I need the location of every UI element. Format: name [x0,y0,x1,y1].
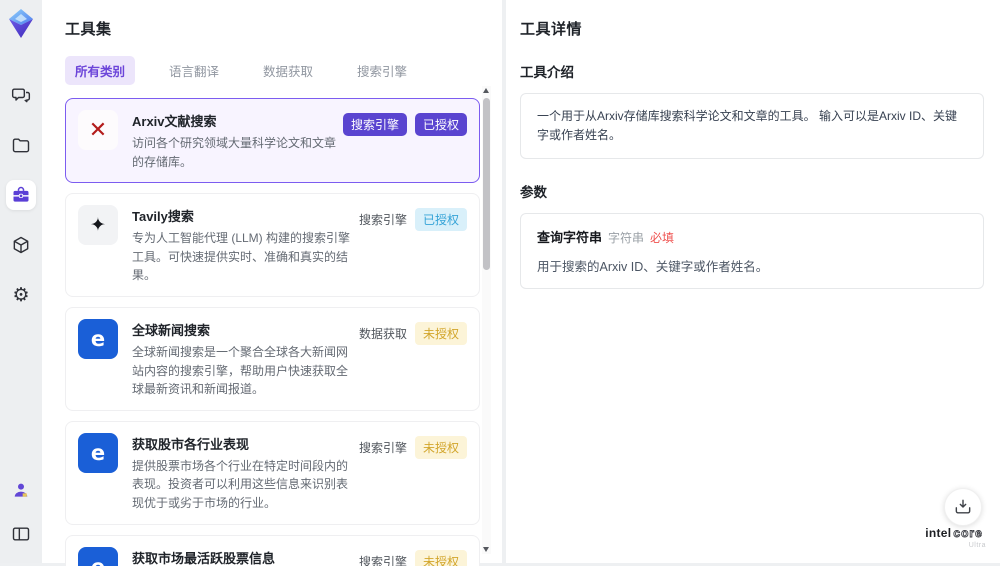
tool-list-pane: 工具集 所有类别 语言翻译 数据获取 搜索引擎 Arxiv文献搜索 访问各个研究… [42,0,502,566]
category-tabs: 所有类别 语言翻译 数据获取 搜索引擎 [65,56,502,85]
tool-name: Tavily搜索 [132,209,194,225]
tool-icon [78,110,118,150]
intel-wordmark: intel [925,526,952,540]
tool-icon [78,546,118,566]
intro-heading: 工具介绍 [520,65,574,80]
tool-card[interactable]: 获取股市各行业表现 提供股票市场各个行业在特定时间段内的表现。投资者可以利用这些… [65,420,480,525]
tool-list: Arxiv文献搜索 访问各个研究领域大量科学论文和文章的存储库。 搜索引擎 已授… [65,98,480,566]
category-badge: 搜索引擎 [342,113,407,136]
tool-description: 提供股票市场各个行业在特定时间段内的表现。投资者可以利用这些信息来识别表现优于或… [132,458,349,510]
category-tab[interactable]: 搜索引擎 [347,56,417,85]
param-box: 查询字符串 字符串 必填 用于搜索的Arxiv ID、关键字或作者姓名。 [520,213,984,290]
tool-name: 获取股市各行业表现 [132,436,250,452]
category-tab[interactable]: 语言翻译 [159,56,229,85]
tool-name: Arxiv文献搜索 [132,114,217,129]
category-badge: 搜索引擎 [358,440,407,455]
tool-main: 获取股市各行业表现 提供股票市场各个行业在特定时间段内的表现。投资者可以利用这些… [132,433,359,513]
tool-badges: 数据获取 未授权 [358,321,467,345]
tool-card[interactable]: 获取市场最活跃股票信息 提供当天交易量最高的股票列表。投资者可以利用这些信息来识… [65,534,480,566]
folder-icon[interactable] [6,130,36,160]
tool-detail-pane: 工具详情 工具介绍 一个用于从Arxiv存储库搜索科学论文和文章的工具。 输入可… [506,0,1000,563]
param-header: 查询字符串 字符串 必填 [537,227,967,247]
param-type: 字符串 [608,231,645,246]
user-icon[interactable] [6,475,36,505]
settings-icon[interactable]: ⚙ [6,280,36,310]
tool-badges: 搜索引擎 未授权 [358,435,467,459]
scroll-down-icon[interactable] [483,547,489,552]
download-button[interactable] [944,488,982,526]
app-logo-gem-icon [9,9,33,38]
category-badge: 搜索引擎 [358,213,407,228]
category-badge: 数据获取 [358,326,407,341]
download-icon [955,499,971,514]
rail-nav: ⚙ [6,80,36,310]
toolbox-icon[interactable] [6,180,36,210]
list-scrollbar[interactable] [482,86,491,554]
detail-title: 工具详情 [520,21,583,38]
cube-icon[interactable] [6,230,36,260]
tool-main: Arxiv文献搜索 访问各个研究领域大量科学论文和文章的存储库。 [132,110,343,171]
intro-box: 一个用于从Arxiv存储库搜索科学论文和文章的工具。 输入可以是Arxiv ID… [520,93,984,160]
tool-main: Tavily搜索 专为人工智能代理 (LLM) 构建的搜索引擎工具。可快速提供实… [132,205,359,285]
tool-main: 获取市场最活跃股票信息 提供当天交易量最高的股票列表。投资者可以利用这些信息来识… [132,547,359,566]
tool-name: 获取市场最活跃股票信息 [132,550,276,566]
params-heading: 参数 [520,185,547,201]
tool-description: 访问各个研究领域大量科学论文和文章的存储库。 [132,136,337,169]
param-required-badge: 必填 [650,231,675,246]
tool-main: 全球新闻搜索 全球新闻搜索是一个聚合全球各大新闻网站内容的搜索引擎，帮助用户快速… [132,319,359,399]
tool-icon [78,432,118,473]
scroll-up-icon[interactable] [483,88,489,93]
status-badge: 未授权 [414,435,467,459]
tool-card[interactable]: 全球新闻搜索 全球新闻搜索是一个聚合全球各大新闻网站内容的搜索引擎，帮助用户快速… [65,306,480,411]
category-tab[interactable]: 所有类别 [65,56,136,85]
tool-icon [78,318,118,359]
page-title: 工具集 [65,21,112,38]
status-badge: 已授权 [414,113,467,136]
tool-badges: 搜索引擎 已授权 [358,208,467,232]
tool-card[interactable]: Arxiv文献搜索 访问各个研究领域大量科学论文和文章的存储库。 搜索引擎 已授… [65,98,480,184]
param-name: 查询字符串 [537,230,603,246]
tool-card[interactable]: Tavily搜索 专为人工智能代理 (LLM) 构建的搜索引擎工具。可快速提供实… [65,193,480,297]
tool-description: 全球新闻搜索是一个聚合全球各大新闻网站内容的搜索引擎，帮助用户快速获取全球最新资… [132,344,349,397]
tool-name: 全球新闻搜索 [132,322,211,338]
tool-badges: 搜索引擎 未授权 [358,549,467,566]
core-wordmark: core [953,526,983,540]
status-badge: 未授权 [414,549,467,566]
rail-bottom [6,475,36,549]
icon-rail: ⚙ [0,0,42,563]
category-badge: 搜索引擎 [358,554,407,566]
intel-sub-label: Ultra [968,542,986,550]
status-badge: 未授权 [414,321,467,345]
intel-core-logo: intel core Ultra [922,526,986,550]
chat-icon[interactable] [6,80,36,110]
scrollbar-thumb[interactable] [483,98,490,270]
param-description: 用于搜索的Arxiv ID、关键字或作者姓名。 [537,260,769,275]
tool-icon [78,205,118,246]
tool-badges: 搜索引擎 已授权 [342,113,467,136]
tool-description: 专为人工智能代理 (LLM) 构建的搜索引擎工具。可快速提供实时、准确和真实的结… [132,231,351,283]
category-tab[interactable]: 数据获取 [253,56,323,85]
status-badge: 已授权 [414,208,467,232]
panel-layout-icon[interactable] [6,519,36,549]
